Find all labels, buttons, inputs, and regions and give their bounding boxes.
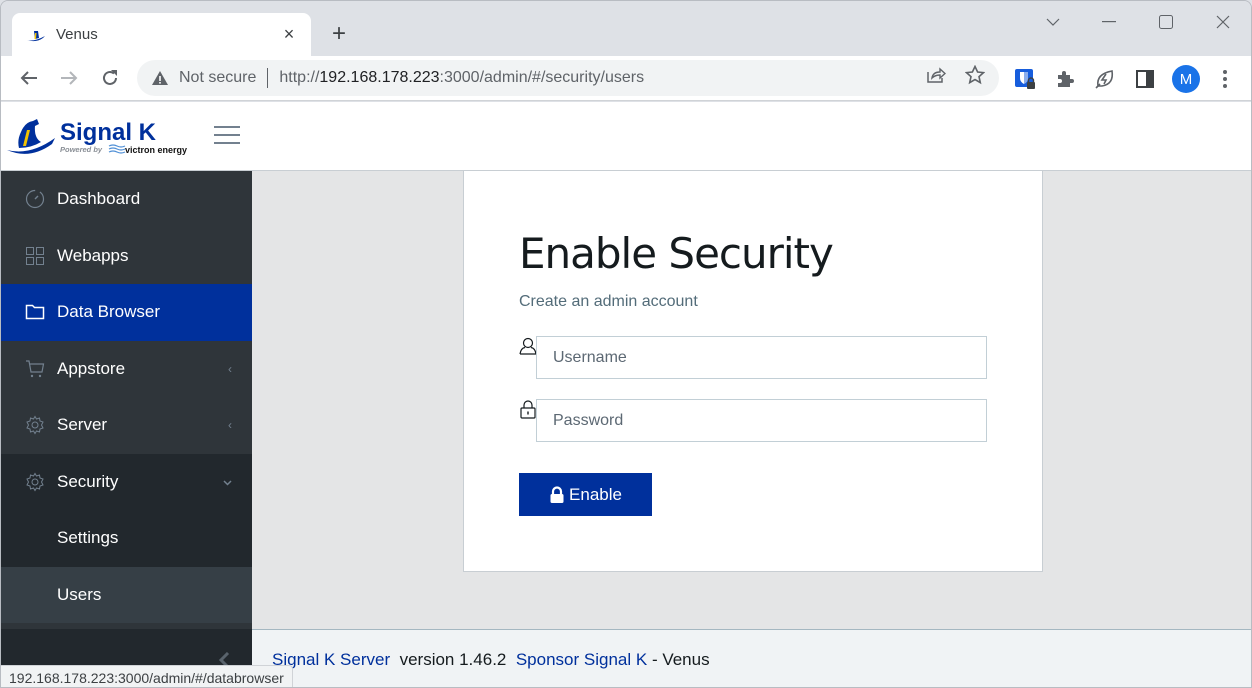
enable-button-label: Enable [569, 484, 622, 504]
logo-powered-by: Powered by [60, 145, 103, 154]
side-panel-button[interactable] [1132, 66, 1158, 92]
page-subtitle: Create an admin account [519, 293, 698, 310]
logo-text: Signal K [60, 119, 157, 146]
signalk-logo[interactable]: Signal K Powered by victron energy [5, 116, 195, 158]
hamburger-line [214, 134, 240, 136]
leaf-extension[interactable] [1092, 66, 1118, 92]
page-title: Enable Security [519, 229, 834, 278]
sidebar-group-security: Security Settings Users [1, 453, 252, 623]
sidebar-subitem-settings[interactable]: Settings [1, 510, 252, 567]
footer-suffix: - Venus [651, 650, 710, 669]
speedometer-icon [25, 189, 45, 209]
arrow-right-icon [61, 71, 78, 85]
tab-strip: Venus × + [1, 1, 1251, 56]
url-path: :3000/admin/#/security/users [439, 69, 645, 86]
hamburger-line [214, 126, 240, 128]
sidebar-item-data-browser[interactable]: Data Browser [1, 284, 252, 341]
signalk-boat-icon [27, 30, 45, 41]
cart-icon [25, 359, 45, 379]
sidebar-item-label: Dashboard [57, 189, 141, 209]
minimize-button[interactable] [1089, 9, 1129, 35]
password-field [519, 399, 987, 443]
sidebar-item-server[interactable]: Server ‹ [1, 397, 252, 454]
version-text: version 1.46.2 [399, 650, 507, 669]
forward-button[interactable] [55, 64, 83, 92]
chrome-menu-button[interactable] [1212, 66, 1238, 92]
warning-icon [152, 71, 168, 85]
folder-icon [25, 302, 45, 322]
leaf-bolt-icon [1095, 70, 1114, 89]
username-field [519, 336, 987, 380]
lock-icon [550, 485, 564, 503]
chevron-left-icon: ‹ [228, 418, 232, 433]
security-label[interactable]: Not secure [179, 69, 256, 87]
sidebar-item-dashboard[interactable]: Dashboard [1, 171, 252, 228]
sidebar: Dashboard Webapps Data Browser Appstore … [1, 171, 252, 687]
tab-close-icon[interactable]: × [279, 24, 299, 45]
username-input[interactable] [536, 336, 987, 379]
main-content: Enable Security Create an admin account … [252, 171, 1251, 629]
tab-title: Venus [56, 26, 98, 43]
reload-button[interactable] [96, 64, 124, 92]
sponsor-link[interactable]: Sponsor Signal K [516, 650, 647, 669]
chevron-left-icon: ‹ [228, 361, 232, 376]
user-icon [519, 337, 537, 355]
sidebar-item-label: Server [57, 415, 108, 435]
kebab-menu-icon [1223, 70, 1227, 88]
sidebar-subitem-users[interactable]: Users [1, 566, 252, 623]
tab-search-button[interactable] [1033, 9, 1073, 35]
sidebar-item-label: Data Browser [57, 302, 160, 322]
back-button[interactable] [15, 64, 43, 92]
hamburger-line [214, 142, 240, 144]
chevron-down-icon [223, 475, 232, 489]
maximize-icon [1159, 15, 1173, 29]
profile-avatar[interactable]: M [1172, 65, 1200, 93]
close-icon [1216, 15, 1230, 29]
sidebar-item-label: Webapps [57, 245, 129, 265]
link-status-bubble: 192.168.178.223:3000/admin/#/databrowser [1, 665, 293, 687]
gear-icon [25, 472, 45, 492]
new-tab-button[interactable]: + [327, 20, 351, 48]
bookmark-button[interactable] [964, 64, 986, 86]
browser-toolbar: Not secure http://192.168.178.223:3000/a… [1, 56, 1251, 101]
tab-venus[interactable]: Venus × [12, 13, 311, 56]
gear-icon [25, 415, 45, 435]
sidebar-item-security[interactable]: Security [1, 454, 252, 511]
maximize-button[interactable] [1146, 9, 1186, 35]
sidebar-item-label: Security [57, 471, 119, 491]
sidebar-item-webapps[interactable]: Webapps [1, 228, 252, 285]
chevron-down-icon [1046, 18, 1060, 26]
reload-icon [103, 70, 117, 85]
app-footer: Signal K Server version 1.46.2 Sponsor S… [252, 629, 1251, 687]
password-input[interactable] [536, 399, 987, 442]
url-host: 192.168.178.223 [319, 69, 440, 86]
address-separator [267, 68, 269, 88]
star-icon [965, 65, 985, 85]
sidebar-toggle-button[interactable] [214, 126, 240, 148]
sidebar-item-label: Appstore [57, 358, 126, 378]
sidepanel-icon [1136, 70, 1154, 88]
minimize-icon [1102, 21, 1116, 23]
arrow-left-icon [20, 71, 37, 85]
grid-icon [25, 246, 45, 266]
puzzle-icon [1058, 71, 1074, 87]
enable-button[interactable]: Enable [519, 473, 652, 516]
share-icon [927, 67, 946, 83]
share-button[interactable] [925, 64, 947, 86]
bitwarden-extension[interactable] [1012, 66, 1038, 92]
app-header: Signal K Powered by victron energy [1, 102, 1251, 171]
browser-window: Venus × + Not secure http://192.168.178.… [0, 0, 1252, 688]
logo-partner: victron energy [125, 145, 187, 155]
extensions-button[interactable] [1052, 66, 1078, 92]
address-bar[interactable]: Not secure http://192.168.178.223:3000/a… [137, 60, 999, 96]
close-window-button[interactable] [1203, 9, 1243, 35]
url-scheme: http:// [279, 69, 320, 86]
lock-icon [520, 400, 536, 419]
url-text[interactable]: http://192.168.178.223:3000/admin/#/secu… [279, 69, 644, 87]
sidebar-item-appstore[interactable]: Appstore ‹ [1, 341, 252, 398]
enable-security-card: Enable Security Create an admin account … [463, 171, 1043, 572]
bitwarden-icon [1015, 69, 1035, 89]
